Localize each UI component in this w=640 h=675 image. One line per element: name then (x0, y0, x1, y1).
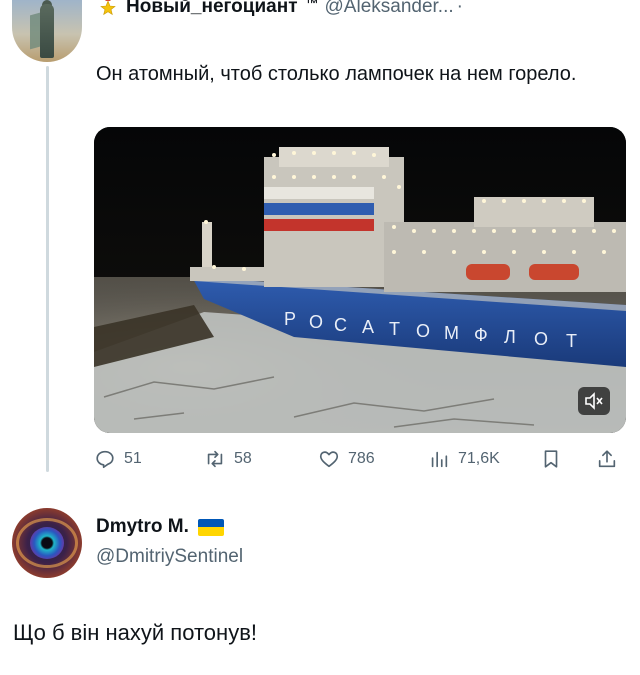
hull-letter: С (334, 315, 347, 335)
reply-author-name[interactable]: Dmytro M. (96, 516, 189, 538)
analytics-icon (431, 451, 448, 468)
reply-author-name-row: Dmytro M. (96, 516, 224, 538)
hull-letter: А (362, 317, 374, 337)
hull-letter: Ф (474, 325, 488, 345)
speaker-muted-icon (585, 392, 603, 410)
share-icon (598, 450, 616, 468)
tweet-media-video[interactable]: Р О С А Т О М Ф Л О Т (94, 127, 626, 433)
mute-button[interactable] (578, 387, 610, 415)
hull-letter: О (309, 312, 323, 332)
reply-count: 51 (124, 450, 142, 467)
tweet-text: Он атомный, чтоб столько лампочек на нем… (96, 63, 577, 85)
like-button[interactable]: 786 (318, 446, 375, 472)
reply-text: Що б він нахуй потонув! (13, 620, 257, 645)
bookmark-icon (544, 450, 558, 468)
heart-icon (319, 451, 339, 468)
hull-letter: О (534, 329, 548, 349)
author-handle[interactable]: @Aleksander... (325, 0, 454, 18)
share-button[interactable] (596, 446, 626, 472)
ukraine-flag-icon (197, 518, 224, 536)
hull-letter: М (444, 323, 459, 343)
hull-letter: Р (284, 309, 296, 329)
icebreaker-image: Р О С А Т О М Ф Л О Т (94, 127, 626, 433)
tweet-header: Новый_негоциант ™ @Aleksander... · (98, 0, 463, 22)
author-avatar[interactable] (12, 0, 82, 62)
reply-author-avatar[interactable] (12, 508, 82, 578)
thread-connector-line (46, 66, 49, 472)
hull-letter: Т (389, 319, 400, 339)
like-count: 786 (348, 450, 375, 467)
reply-button[interactable]: 51 (94, 446, 142, 472)
view-count: 71,6K (458, 450, 500, 467)
reply-icon (96, 450, 114, 469)
author-name[interactable]: Новый_негоциант (126, 0, 298, 18)
hull-letter: Т (566, 331, 577, 351)
retweet-button[interactable]: 58 (204, 446, 252, 472)
reply-author-handle[interactable]: @DmitriySentinel (96, 546, 243, 568)
retweet-icon (207, 450, 223, 468)
hull-letter: Л (504, 327, 516, 347)
retweet-count: 58 (234, 450, 252, 467)
separator-dot: · (456, 0, 463, 17)
views-button[interactable]: 71,6K (428, 446, 500, 472)
author-name-suffix: ™ (305, 0, 319, 11)
bookmark-button[interactable] (540, 446, 570, 472)
tweet-action-bar: 51 58 786 71,6K (94, 446, 626, 472)
star-badge-icon (98, 0, 118, 17)
hull-letter: О (416, 321, 430, 341)
